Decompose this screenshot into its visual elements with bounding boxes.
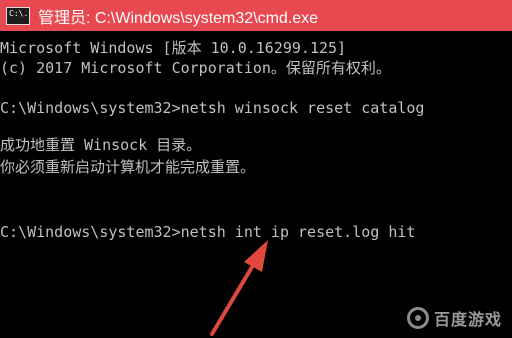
console-line: 你必须重新启动计算机才能完成重置。: [0, 158, 256, 176]
cmd-window: C:\. 管理员: C:\Windows\system32\cmd.exe Mi…: [0, 0, 512, 338]
title-bar[interactable]: C:\. 管理员: C:\Windows\system32\cmd.exe: [0, 0, 512, 31]
console-command-line: C:\Windows\system32>netsh int ip reset.l…: [0, 223, 416, 241]
window-title: 管理员: C:\Windows\system32\cmd.exe: [38, 9, 319, 27]
console-output[interactable]: Microsoft Windows [版本 10.0.16299.125] (c…: [0, 31, 512, 338]
baidu-games-logo-icon: [406, 307, 429, 329]
watermark-text: 百度游戏: [433, 310, 502, 329]
cmd-icon: C:\.: [6, 6, 30, 25]
cmd-icon-glyph: C:\.: [9, 8, 29, 18]
console-line: (c) 2017 Microsoft Corporation。保留所有权利。: [0, 59, 391, 77]
watermark: 百度游戏: [406, 306, 502, 330]
console-line: C:\Windows\system32>netsh winsock reset …: [0, 99, 425, 117]
console-line: 成功地重置 Winsock 目录。: [0, 136, 202, 154]
console-line: Microsoft Windows [版本 10.0.16299.125]: [0, 39, 347, 57]
